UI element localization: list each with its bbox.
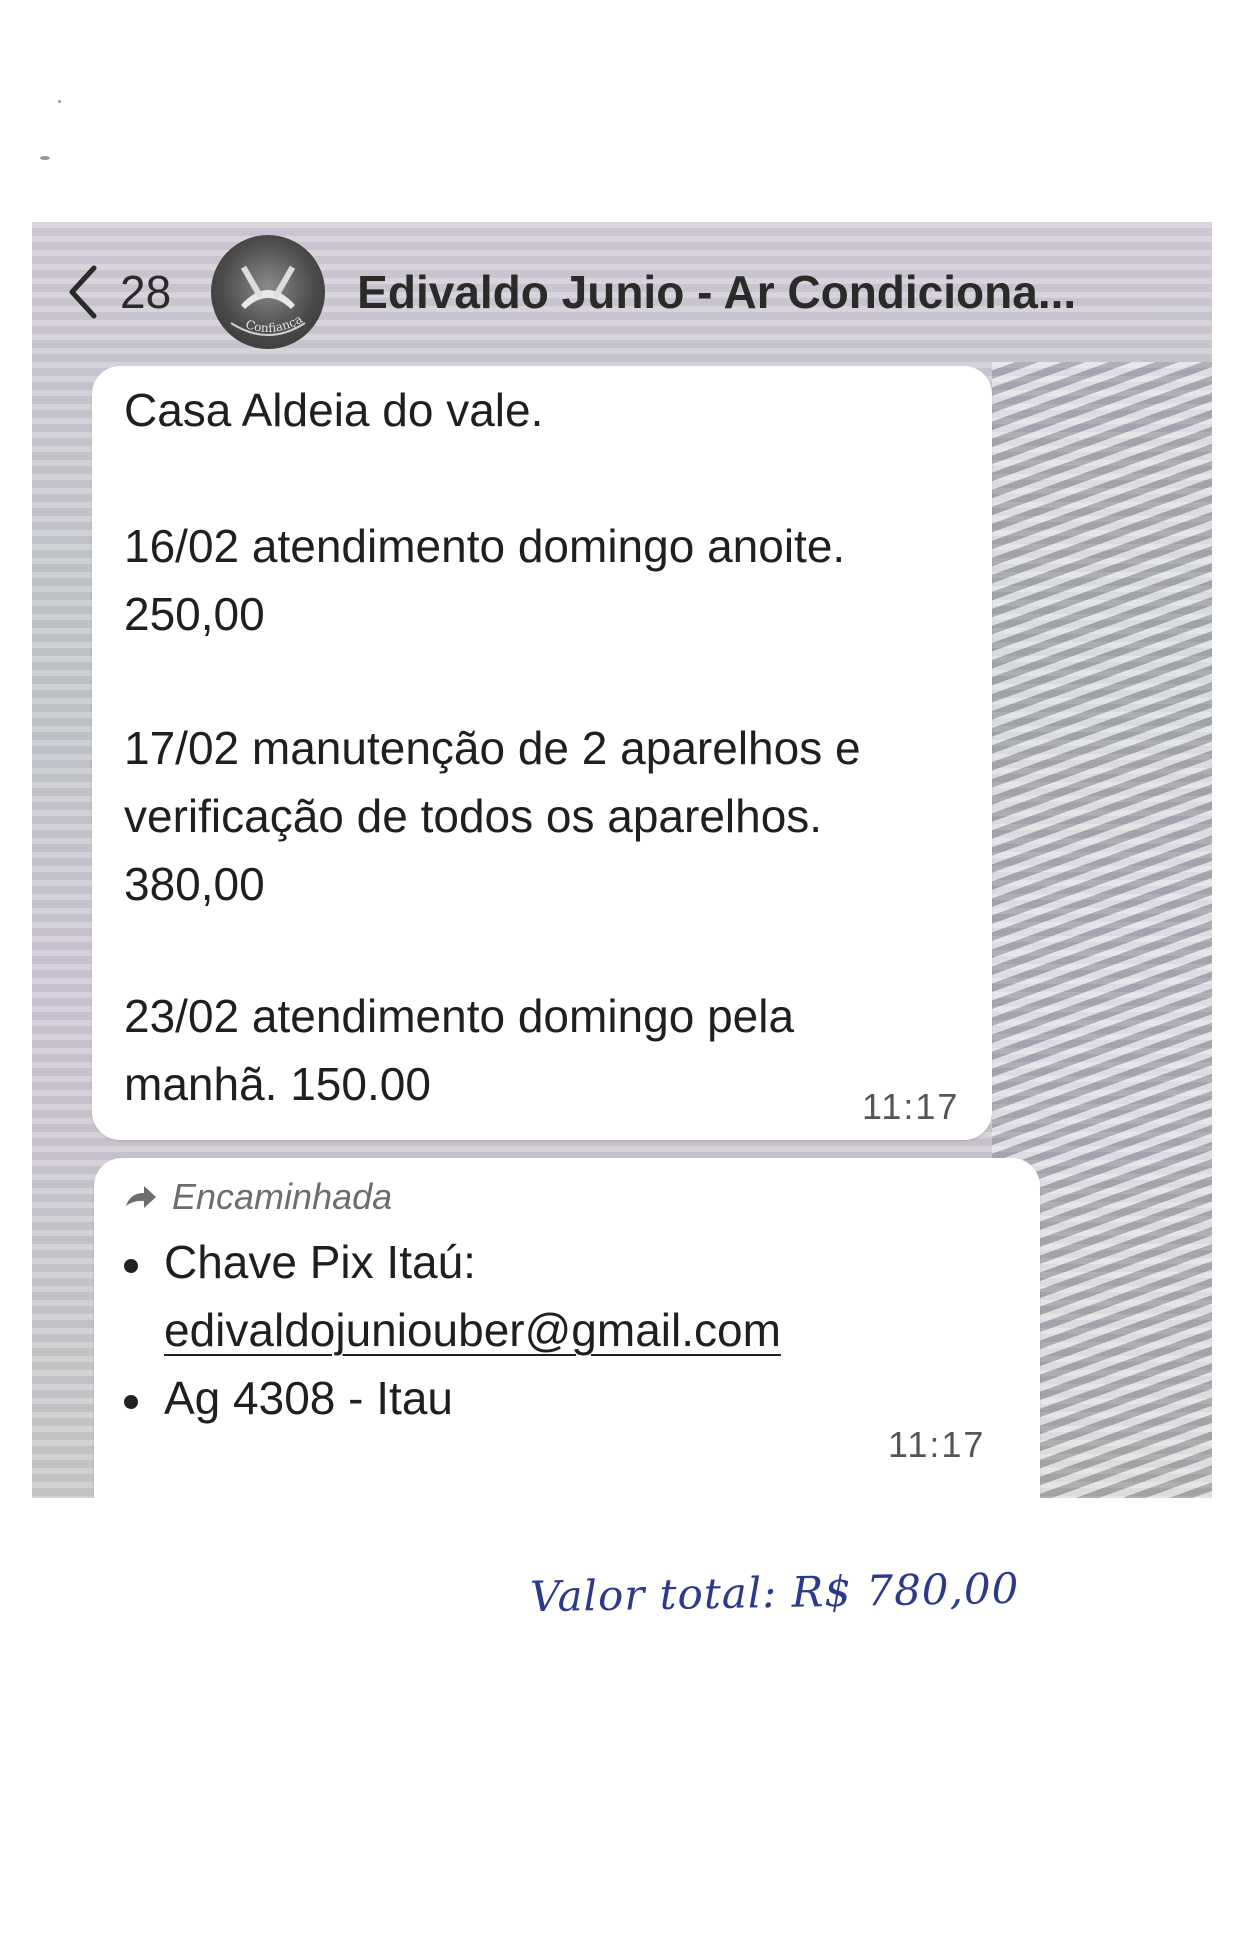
agency-label: Ag 4308 - Itau xyxy=(164,1372,453,1424)
chat-screenshot: 28 Confiança Edivaldo Junio - Ar Condici… xyxy=(32,222,1212,1498)
forwarded-label: Encaminhada xyxy=(124,1176,392,1218)
list-item: Chave Pix Itaú: xyxy=(124,1228,476,1296)
message-line: Casa Aldeia do vale. xyxy=(124,384,544,436)
message-line: 23/02 atendimento domingo pela xyxy=(124,990,795,1042)
list-item: Ag 4308 - Itau xyxy=(124,1364,453,1432)
email-link[interactable]: edivaldojuniouber@gmail.com xyxy=(164,1304,781,1356)
bullet-icon xyxy=(124,1258,138,1273)
message-line: verificação de todos os aparelhos. xyxy=(124,790,823,842)
message-line: 16/02 atendimento domingo anoite. xyxy=(124,520,846,572)
message-line: manhã. 150.00 xyxy=(124,1058,431,1110)
scan-speck xyxy=(58,100,61,103)
unread-count: 28 xyxy=(120,266,172,318)
message-time: 11:17 xyxy=(888,1424,986,1465)
forwarded-message-bubble[interactable]: Encaminhada Chave Pix Itaú: edivaldojuni… xyxy=(94,1158,1040,1498)
avatar[interactable]: Confiança xyxy=(211,235,326,349)
message-time: 11:17 xyxy=(862,1086,960,1127)
handwritten-total: Valor total: R$ 780,00 xyxy=(529,1563,1020,1622)
scan-speck xyxy=(40,156,50,160)
message-bubble[interactable]: Casa Aldeia do vale. 16/02 atendimento d… xyxy=(92,366,992,1140)
message-line: 17/02 manutenção de 2 aparelhos e xyxy=(124,722,861,774)
chevron-left-icon xyxy=(69,265,97,319)
svg-text:Confiança: Confiança xyxy=(244,312,305,335)
email-row: edivaldojuniouber@gmail.com xyxy=(164,1296,781,1364)
contact-name[interactable]: Edivaldo Junio - Ar Condiciona... xyxy=(357,265,1076,319)
message-line: 380,00 xyxy=(124,858,265,910)
bullet-icon xyxy=(124,1394,138,1409)
pix-key-label: Chave Pix Itaú: xyxy=(164,1236,476,1288)
forward-arrow-icon xyxy=(126,1186,156,1208)
chat-header: 28 Confiança Edivaldo Junio - Ar Condici… xyxy=(32,222,1212,362)
forwarded-text: Encaminhada xyxy=(172,1176,393,1217)
message-line: 250,00 xyxy=(124,588,265,640)
logo-icon: Confiança xyxy=(230,265,306,336)
back-button[interactable]: 28 xyxy=(68,264,171,320)
